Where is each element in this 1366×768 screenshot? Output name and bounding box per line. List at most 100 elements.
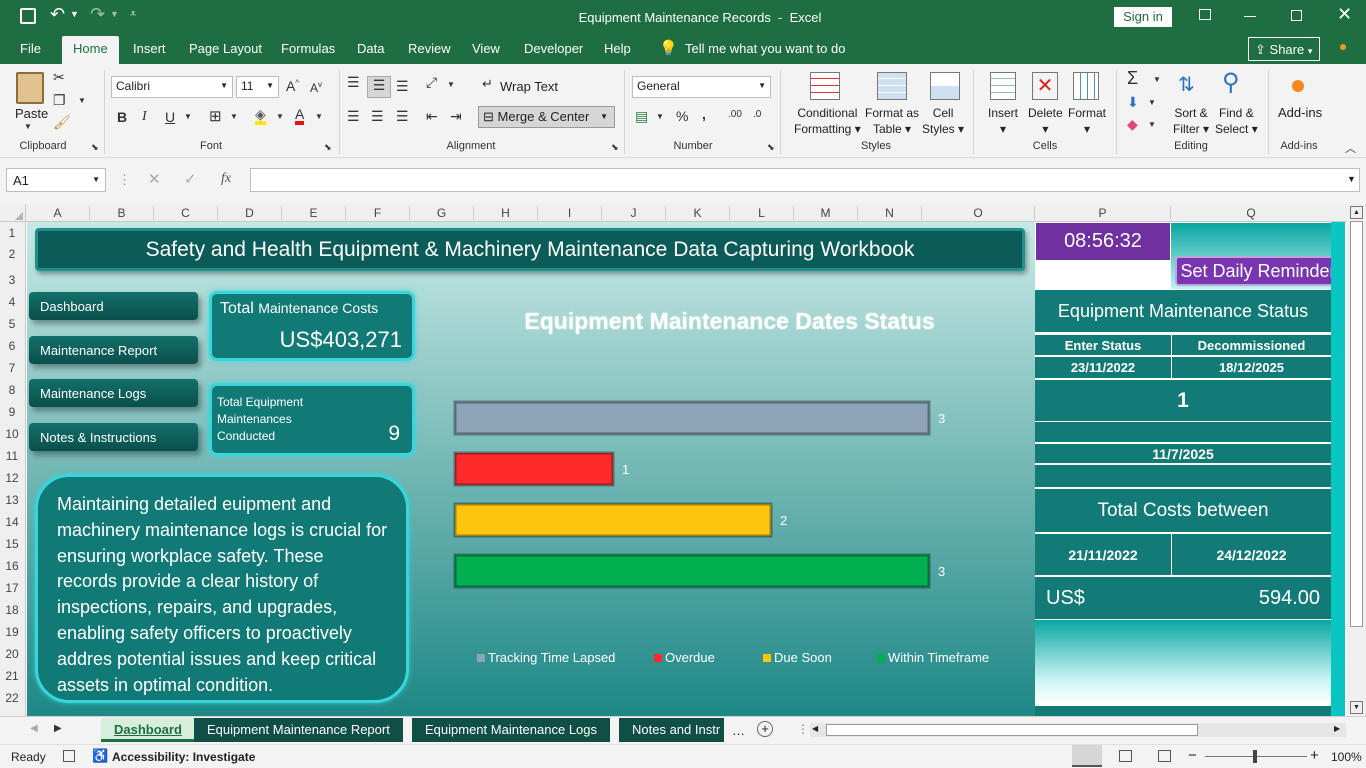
sheet-tab-notes[interactable]: Notes and Instr — [619, 718, 724, 742]
fill-color-dropdown-icon[interactable]: ▼ — [276, 112, 284, 121]
accessibility-icon[interactable]: ♿ — [92, 748, 108, 764]
row-header[interactable]: 8 — [0, 383, 24, 397]
format-as-table-button[interactable]: Format as Table ▾ — [865, 105, 919, 137]
column-header[interactable]: L — [730, 206, 794, 220]
row-header[interactable]: 22 — [0, 691, 24, 705]
name-box[interactable]: A1 ▼ — [6, 168, 106, 192]
fill-color-icon[interactable]: ◈ — [255, 107, 266, 125]
decrease-indent-icon[interactable]: ⇤ — [426, 108, 438, 125]
row-header[interactable]: 18 — [0, 603, 24, 617]
zoom-slider-thumb[interactable] — [1253, 750, 1257, 763]
underline-dropdown-icon[interactable]: ▼ — [184, 112, 192, 121]
page-layout-view-icon[interactable] — [1119, 750, 1132, 762]
font-name-box[interactable]: Calibri ▼ — [111, 76, 233, 98]
sheet-tab-maintenance-logs[interactable]: Equipment Maintenance Logs — [412, 718, 611, 742]
italic-icon[interactable]: I — [142, 109, 147, 125]
add-ins-button[interactable]: Add-ins — [1278, 105, 1322, 120]
column-header[interactable]: P — [1035, 206, 1171, 220]
insert-function-icon[interactable]: fx — [221, 171, 231, 187]
row-header[interactable]: 4 — [0, 295, 24, 309]
row-header[interactable]: 21 — [0, 669, 24, 683]
redo-icon[interactable]: ↷ — [90, 4, 105, 25]
increase-indent-icon[interactable]: ⇥ — [450, 108, 462, 125]
select-all-corner[interactable] — [0, 204, 26, 222]
increase-font-icon[interactable]: A^ — [286, 78, 299, 94]
column-header[interactable]: C — [154, 206, 218, 220]
row-header[interactable]: 7 — [0, 361, 24, 375]
row-header[interactable]: 12 — [0, 471, 24, 485]
column-header[interactable]: H — [474, 206, 538, 220]
column-header[interactable]: O — [922, 206, 1035, 220]
confirm-entry-icon[interactable]: ✓ — [184, 170, 197, 188]
font-size-box[interactable]: 11 ▼ — [236, 76, 279, 98]
column-header[interactable]: B — [90, 206, 154, 220]
accessibility-status[interactable]: Accessibility: Investigate — [112, 750, 255, 764]
autosum-dropdown-icon[interactable]: ▼ — [1153, 75, 1161, 84]
sign-in-button[interactable]: Sign in — [1114, 7, 1172, 27]
menu-data[interactable]: Data — [357, 41, 384, 56]
align-left-icon[interactable]: ☰ — [347, 108, 360, 125]
customize-toolbar-icon[interactable]: ⩡ — [130, 8, 136, 21]
number-launcher-icon[interactable]: ⬊ — [767, 142, 775, 153]
delete-cells-icon[interactable]: ✕ — [1032, 72, 1058, 100]
tell-me-search[interactable]: Tell me what you want to do — [685, 41, 845, 56]
scroll-left-icon[interactable]: ◀ — [812, 724, 818, 733]
formula-input[interactable] — [250, 168, 1360, 192]
more-sheets-icon[interactable]: … — [732, 723, 745, 738]
merge-center-button[interactable]: ⊟ Merge & Center ▼ — [478, 106, 615, 128]
minimize-icon[interactable] — [1244, 16, 1256, 17]
close-icon[interactable]: ✕ — [1337, 4, 1352, 25]
row-header[interactable]: 2 — [0, 247, 24, 261]
next-sheet-icon[interactable]: ▶ — [54, 723, 62, 734]
tab-split-icon[interactable]: ⋮ — [797, 722, 809, 736]
menu-home[interactable]: Home — [62, 36, 119, 64]
cell-styles-icon[interactable] — [930, 72, 960, 100]
vertical-scrollbar[interactable]: ▲ ▼ — [1347, 204, 1366, 716]
bottom-align-icon[interactable]: ☰ — [396, 78, 409, 95]
wrap-text-icon[interactable]: ↵ — [482, 76, 493, 92]
menu-file[interactable]: File — [20, 41, 41, 56]
row-header[interactable]: 6 — [0, 339, 24, 353]
column-header[interactable]: I — [538, 206, 602, 220]
row-header[interactable]: 9 — [0, 405, 24, 419]
column-header[interactable]: E — [282, 206, 346, 220]
new-sheet-icon[interactable]: + — [757, 721, 773, 737]
insert-cells-icon[interactable] — [990, 72, 1016, 100]
clear-icon[interactable]: ◆ — [1127, 116, 1138, 133]
sort-filter-icon[interactable]: ⇅ — [1178, 72, 1195, 97]
row-header[interactable]: 11 — [0, 449, 24, 463]
row-header[interactable]: 1 — [0, 226, 24, 240]
menu-insert[interactable]: Insert — [133, 41, 166, 56]
row-header[interactable]: 14 — [0, 515, 24, 529]
row-header[interactable]: 5 — [0, 317, 24, 331]
copy-icon[interactable]: ❐ — [53, 92, 66, 109]
prev-sheet-icon[interactable]: ◀ — [30, 723, 38, 734]
copy-dropdown-icon[interactable]: ▼ — [78, 96, 86, 105]
format-as-table-icon[interactable] — [877, 72, 907, 100]
row-header[interactable]: 13 — [0, 493, 24, 507]
paste-icon[interactable] — [16, 72, 44, 104]
autosum-icon[interactable]: Σ — [1127, 68, 1138, 89]
percent-icon[interactable]: % — [676, 108, 688, 124]
maximize-icon[interactable] — [1291, 10, 1302, 21]
orientation-icon[interactable]: ⤢ — [426, 74, 437, 91]
orientation-dropdown-icon[interactable]: ▼ — [447, 80, 455, 89]
nav-maintenance-report-button[interactable]: Maintenance Report — [29, 336, 198, 364]
scroll-up-icon[interactable]: ▲ — [1350, 206, 1363, 219]
comma-style-icon[interactable]: , — [702, 106, 706, 122]
borders-icon[interactable]: ⊞ — [209, 107, 222, 125]
decrease-decimal-icon[interactable]: .0 — [753, 109, 761, 120]
font-launcher-icon[interactable]: ⬊ — [324, 142, 332, 153]
format-painter-icon[interactable]: 🖌 — [53, 114, 71, 131]
add-ins-icon[interactable] — [1292, 80, 1304, 92]
middle-align-icon[interactable]: ☰ — [367, 76, 391, 98]
accounting-dropdown-icon[interactable]: ▼ — [656, 112, 664, 121]
delete-cells-button[interactable]: Delete ▾ — [1028, 105, 1063, 137]
nav-maintenance-logs-button[interactable]: Maintenance Logs — [29, 379, 198, 407]
column-header[interactable]: G — [410, 206, 474, 220]
cell-styles-button[interactable]: Cell Styles ▾ — [922, 105, 964, 137]
format-cells-button[interactable]: Format ▾ — [1068, 105, 1106, 137]
set-daily-reminder-button[interactable]: Set Daily Reminder — [1175, 256, 1341, 286]
insert-cells-button[interactable]: Insert ▾ — [988, 105, 1018, 137]
row-header[interactable]: 3 — [0, 273, 24, 287]
